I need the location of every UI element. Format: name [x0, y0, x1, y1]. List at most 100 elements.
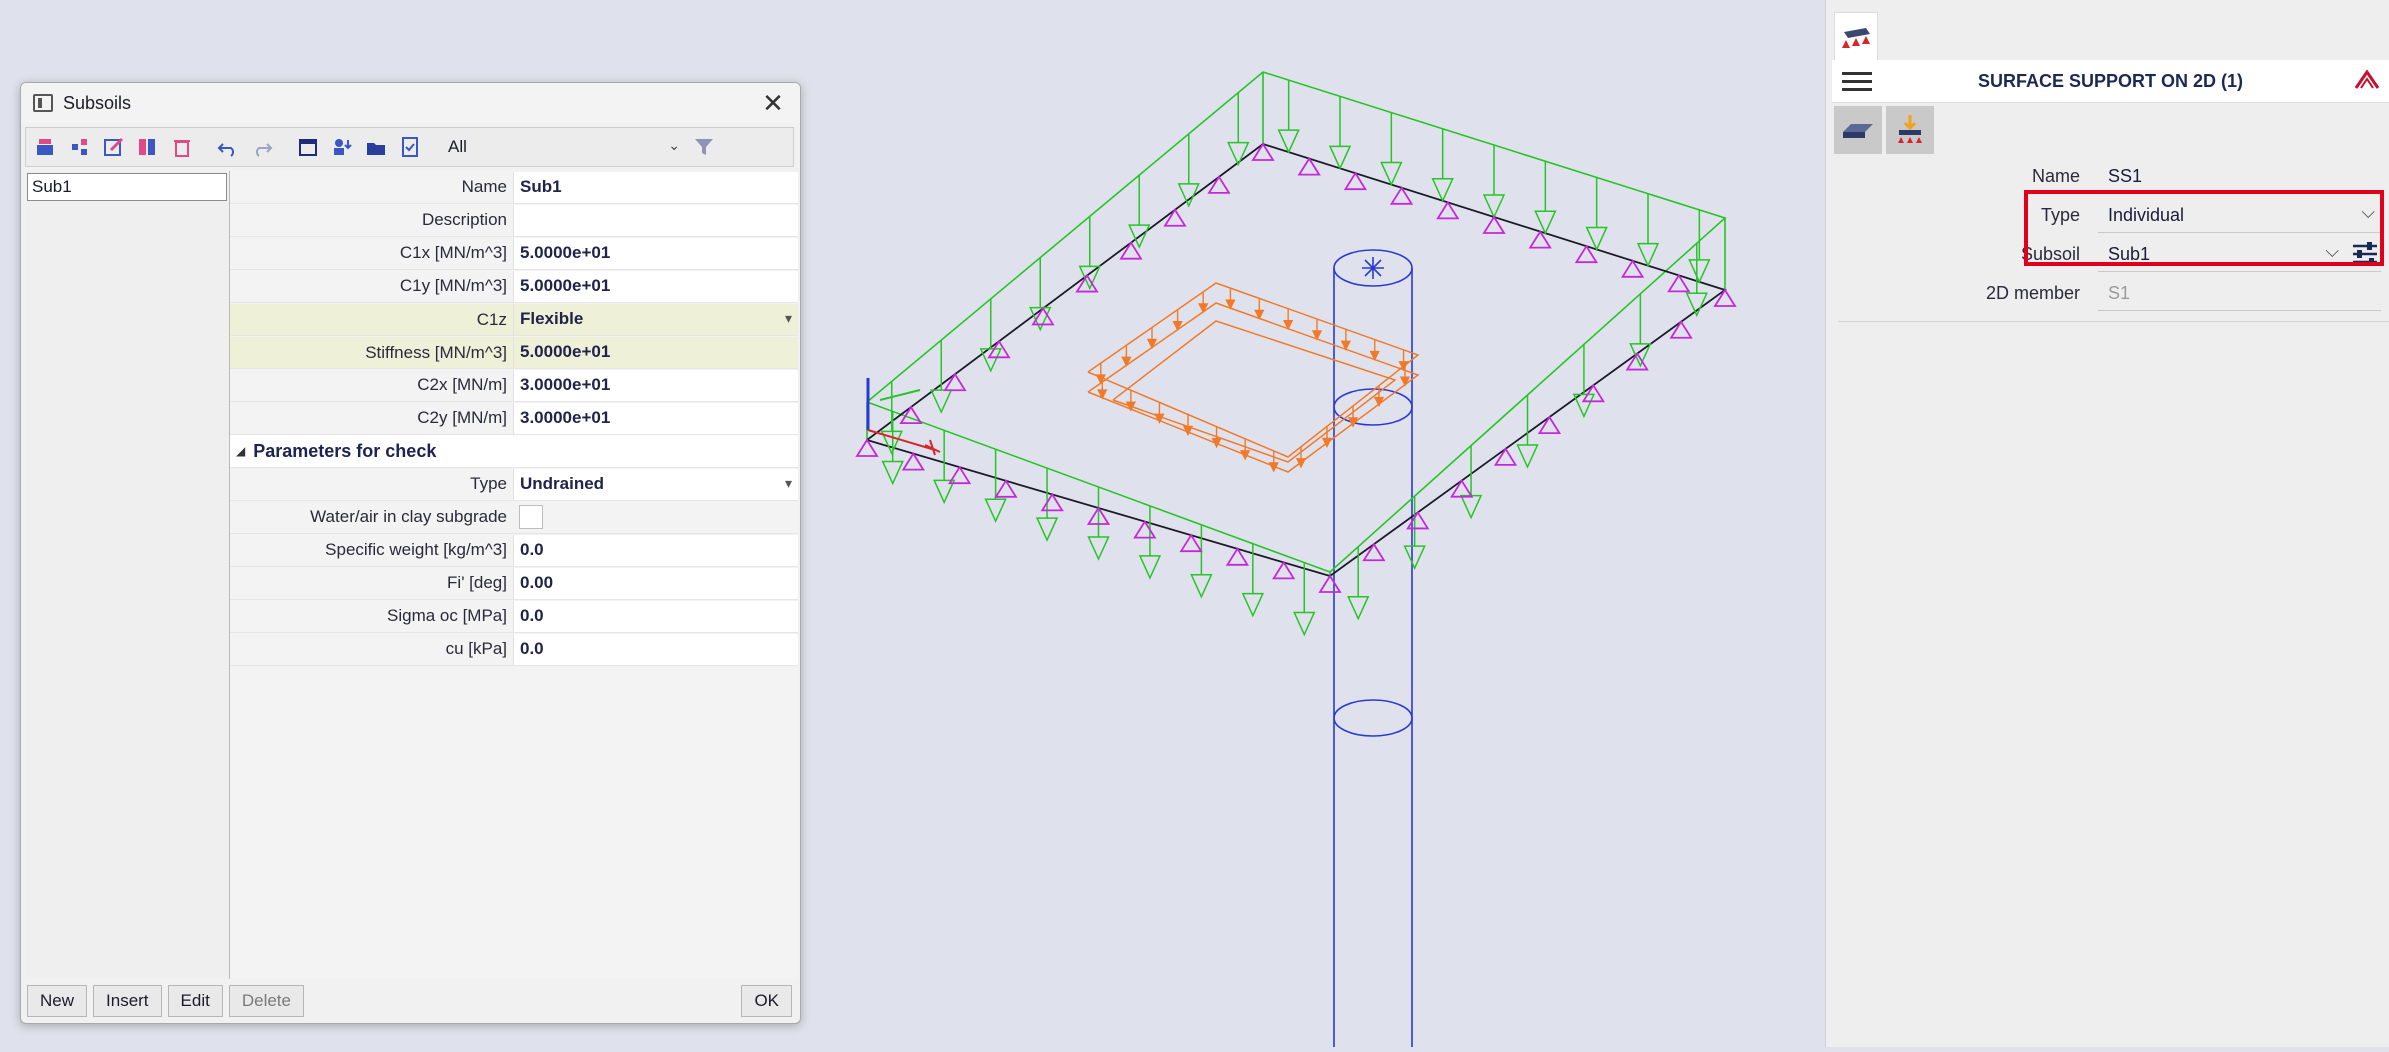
- hinge-icon: [1713, 288, 1737, 307]
- prop-row-name: Name Sub1: [230, 171, 798, 204]
- support-type-select[interactable]: Individual ⌵: [2098, 198, 2381, 233]
- panel-label: Subsoil: [2020, 244, 2080, 264]
- filter-icon[interactable]: [690, 133, 718, 161]
- spring-icon: [1293, 611, 1316, 637]
- section-header[interactable]: ◢ Parameters for check: [230, 435, 798, 468]
- spring-icon: [1431, 178, 1454, 203]
- hinge-icon: [1537, 415, 1562, 435]
- load-arrow-icon: [1125, 401, 1136, 412]
- insert-button[interactable]: Insert: [93, 985, 162, 1017]
- dialog-toolbar: All ⌄: [25, 127, 794, 167]
- load-view-button[interactable]: [1886, 106, 1934, 154]
- description-field[interactable]: [513, 204, 798, 236]
- spring-icon: [1516, 444, 1539, 469]
- type-select[interactable]: Undrained ▾: [513, 468, 798, 500]
- import-icon[interactable]: [328, 133, 356, 161]
- hinge-icon: [1362, 542, 1386, 562]
- prop-row-fi: Fi' [deg] 0.00: [230, 567, 798, 600]
- specific-weight-field[interactable]: 0.0: [513, 534, 798, 566]
- prop-row-water: Water/air in clay subgrade: [230, 501, 798, 534]
- c2x-field[interactable]: 3.0000e+01: [513, 369, 798, 401]
- spring-icon: [1636, 242, 1660, 268]
- collapse-panel-icon[interactable]: [2353, 66, 2381, 99]
- panel-iconbar: [1832, 103, 2389, 157]
- edit-button[interactable]: Edit: [167, 985, 223, 1017]
- edit-icon[interactable]: [100, 133, 128, 161]
- name-field[interactable]: Sub1: [513, 171, 798, 203]
- surface-support-tab[interactable]: [1834, 12, 1878, 61]
- load-arrow-icon: [1295, 458, 1307, 469]
- ok-button[interactable]: OK: [741, 985, 792, 1017]
- dropdown-arrow-icon: ▾: [784, 309, 792, 326]
- chevron-down-icon: ⌄: [668, 137, 680, 153]
- library-icon[interactable]: [294, 133, 322, 161]
- edit-subsoils-icon[interactable]: [2351, 241, 2379, 272]
- load-arrow-icon: [1240, 450, 1251, 461]
- prop-label: Sigma oc [MPa]: [387, 606, 507, 625]
- prop-label: Stiffness [MN/m^3]: [230, 336, 513, 368]
- prop-row-weight: Specific weight [kg/m^3] 0.0: [230, 534, 798, 567]
- delete-icon[interactable]: [168, 133, 196, 161]
- panel-header: SURFACE SUPPORT ON 2D (1): [1832, 60, 2389, 103]
- close-icon[interactable]: ✕: [758, 88, 788, 118]
- support-type-value: Individual: [2108, 204, 2185, 225]
- prop-row-type: Type Undrained ▾: [230, 468, 798, 501]
- open-icon[interactable]: [362, 133, 390, 161]
- hinge-icon: [1493, 447, 1518, 466]
- dialog-title: Subsoils: [63, 92, 132, 113]
- section-title: Parameters for check: [253, 440, 437, 461]
- slab-view-button[interactable]: [1834, 106, 1882, 154]
- redo-icon[interactable]: [248, 133, 276, 161]
- prop-row-c1z: C1z Flexible ▾: [230, 303, 798, 336]
- water-checkbox[interactable]: [519, 505, 543, 529]
- filter-select[interactable]: All ⌄: [442, 134, 684, 160]
- spring-icon: [1241, 592, 1264, 618]
- hinge-icon: [1581, 383, 1605, 403]
- support-name-field[interactable]: SS1: [2098, 159, 2381, 194]
- spring-icon: [1035, 517, 1059, 542]
- insert-icon[interactable]: [66, 133, 94, 161]
- subsoils-dialog: Subsoils ✕ All ⌄ Sub1 Name Sub1 Descript…: [20, 82, 801, 1024]
- prop-row-c2x: C2x [MN/m] 3.0000e+01: [230, 369, 798, 402]
- c1y-field[interactable]: 5.0000e+01: [513, 270, 798, 302]
- new-icon[interactable]: [32, 133, 60, 161]
- prop-label: Fi' [deg]: [447, 573, 507, 592]
- sigma-oc-field[interactable]: 0.0: [513, 600, 798, 632]
- fi-field[interactable]: 0.00: [513, 567, 798, 599]
- hinge-icon: [1318, 574, 1342, 593]
- subsoil-list: Sub1: [25, 171, 230, 979]
- spring-icon: [1482, 194, 1506, 219]
- spring-icon: [1138, 555, 1162, 580]
- subsoil-select[interactable]: Sub1 ⌵: [2098, 237, 2381, 272]
- cu-field[interactable]: 0.0: [513, 633, 798, 665]
- new-button[interactable]: New: [27, 985, 88, 1017]
- load-patch: [1087, 282, 1420, 473]
- surface-support-icon: [1842, 28, 1870, 48]
- hinge-icon: [1450, 478, 1474, 498]
- list-item[interactable]: Sub1: [27, 173, 227, 201]
- prop-row-c1x: C1x [MN/m^3] 5.0000e+01: [230, 237, 798, 270]
- spring-icon: [881, 460, 904, 486]
- c2y-field[interactable]: 3.0000e+01: [513, 402, 798, 434]
- prop-label: Type: [470, 474, 507, 493]
- prop-label: C1z: [230, 303, 513, 335]
- hinge-icon: [1207, 175, 1231, 194]
- spring-icon: [1403, 545, 1426, 570]
- spring-icon: [1459, 494, 1483, 520]
- spring-icon: [1190, 574, 1213, 599]
- copy-icon[interactable]: [134, 133, 162, 161]
- prop-row-c1y: C1y [MN/m^3] 5.0000e+01: [230, 270, 798, 303]
- c1z-select[interactable]: Flexible ▾: [513, 303, 798, 335]
- filter-value: All: [448, 137, 467, 156]
- panel-row-name: Name SS1: [1832, 157, 2389, 196]
- check-icon[interactable]: [396, 133, 424, 161]
- delete-button[interactable]: Delete: [228, 985, 304, 1017]
- properties-panel: SURFACE SUPPORT ON 2D (1) Name SS1 Type …: [1825, 0, 2389, 1047]
- undo-icon[interactable]: [214, 133, 242, 161]
- dropdown-arrow-icon: ▾: [784, 474, 792, 491]
- prop-label: Description: [421, 210, 507, 229]
- stiffness-field[interactable]: 5.0000e+01: [513, 336, 798, 368]
- property-grid: Name Sub1 Description C1x [MN/m^3] 5.000…: [230, 171, 798, 979]
- slab-icon: [1843, 124, 1873, 138]
- c1x-field[interactable]: 5.0000e+01: [513, 237, 798, 269]
